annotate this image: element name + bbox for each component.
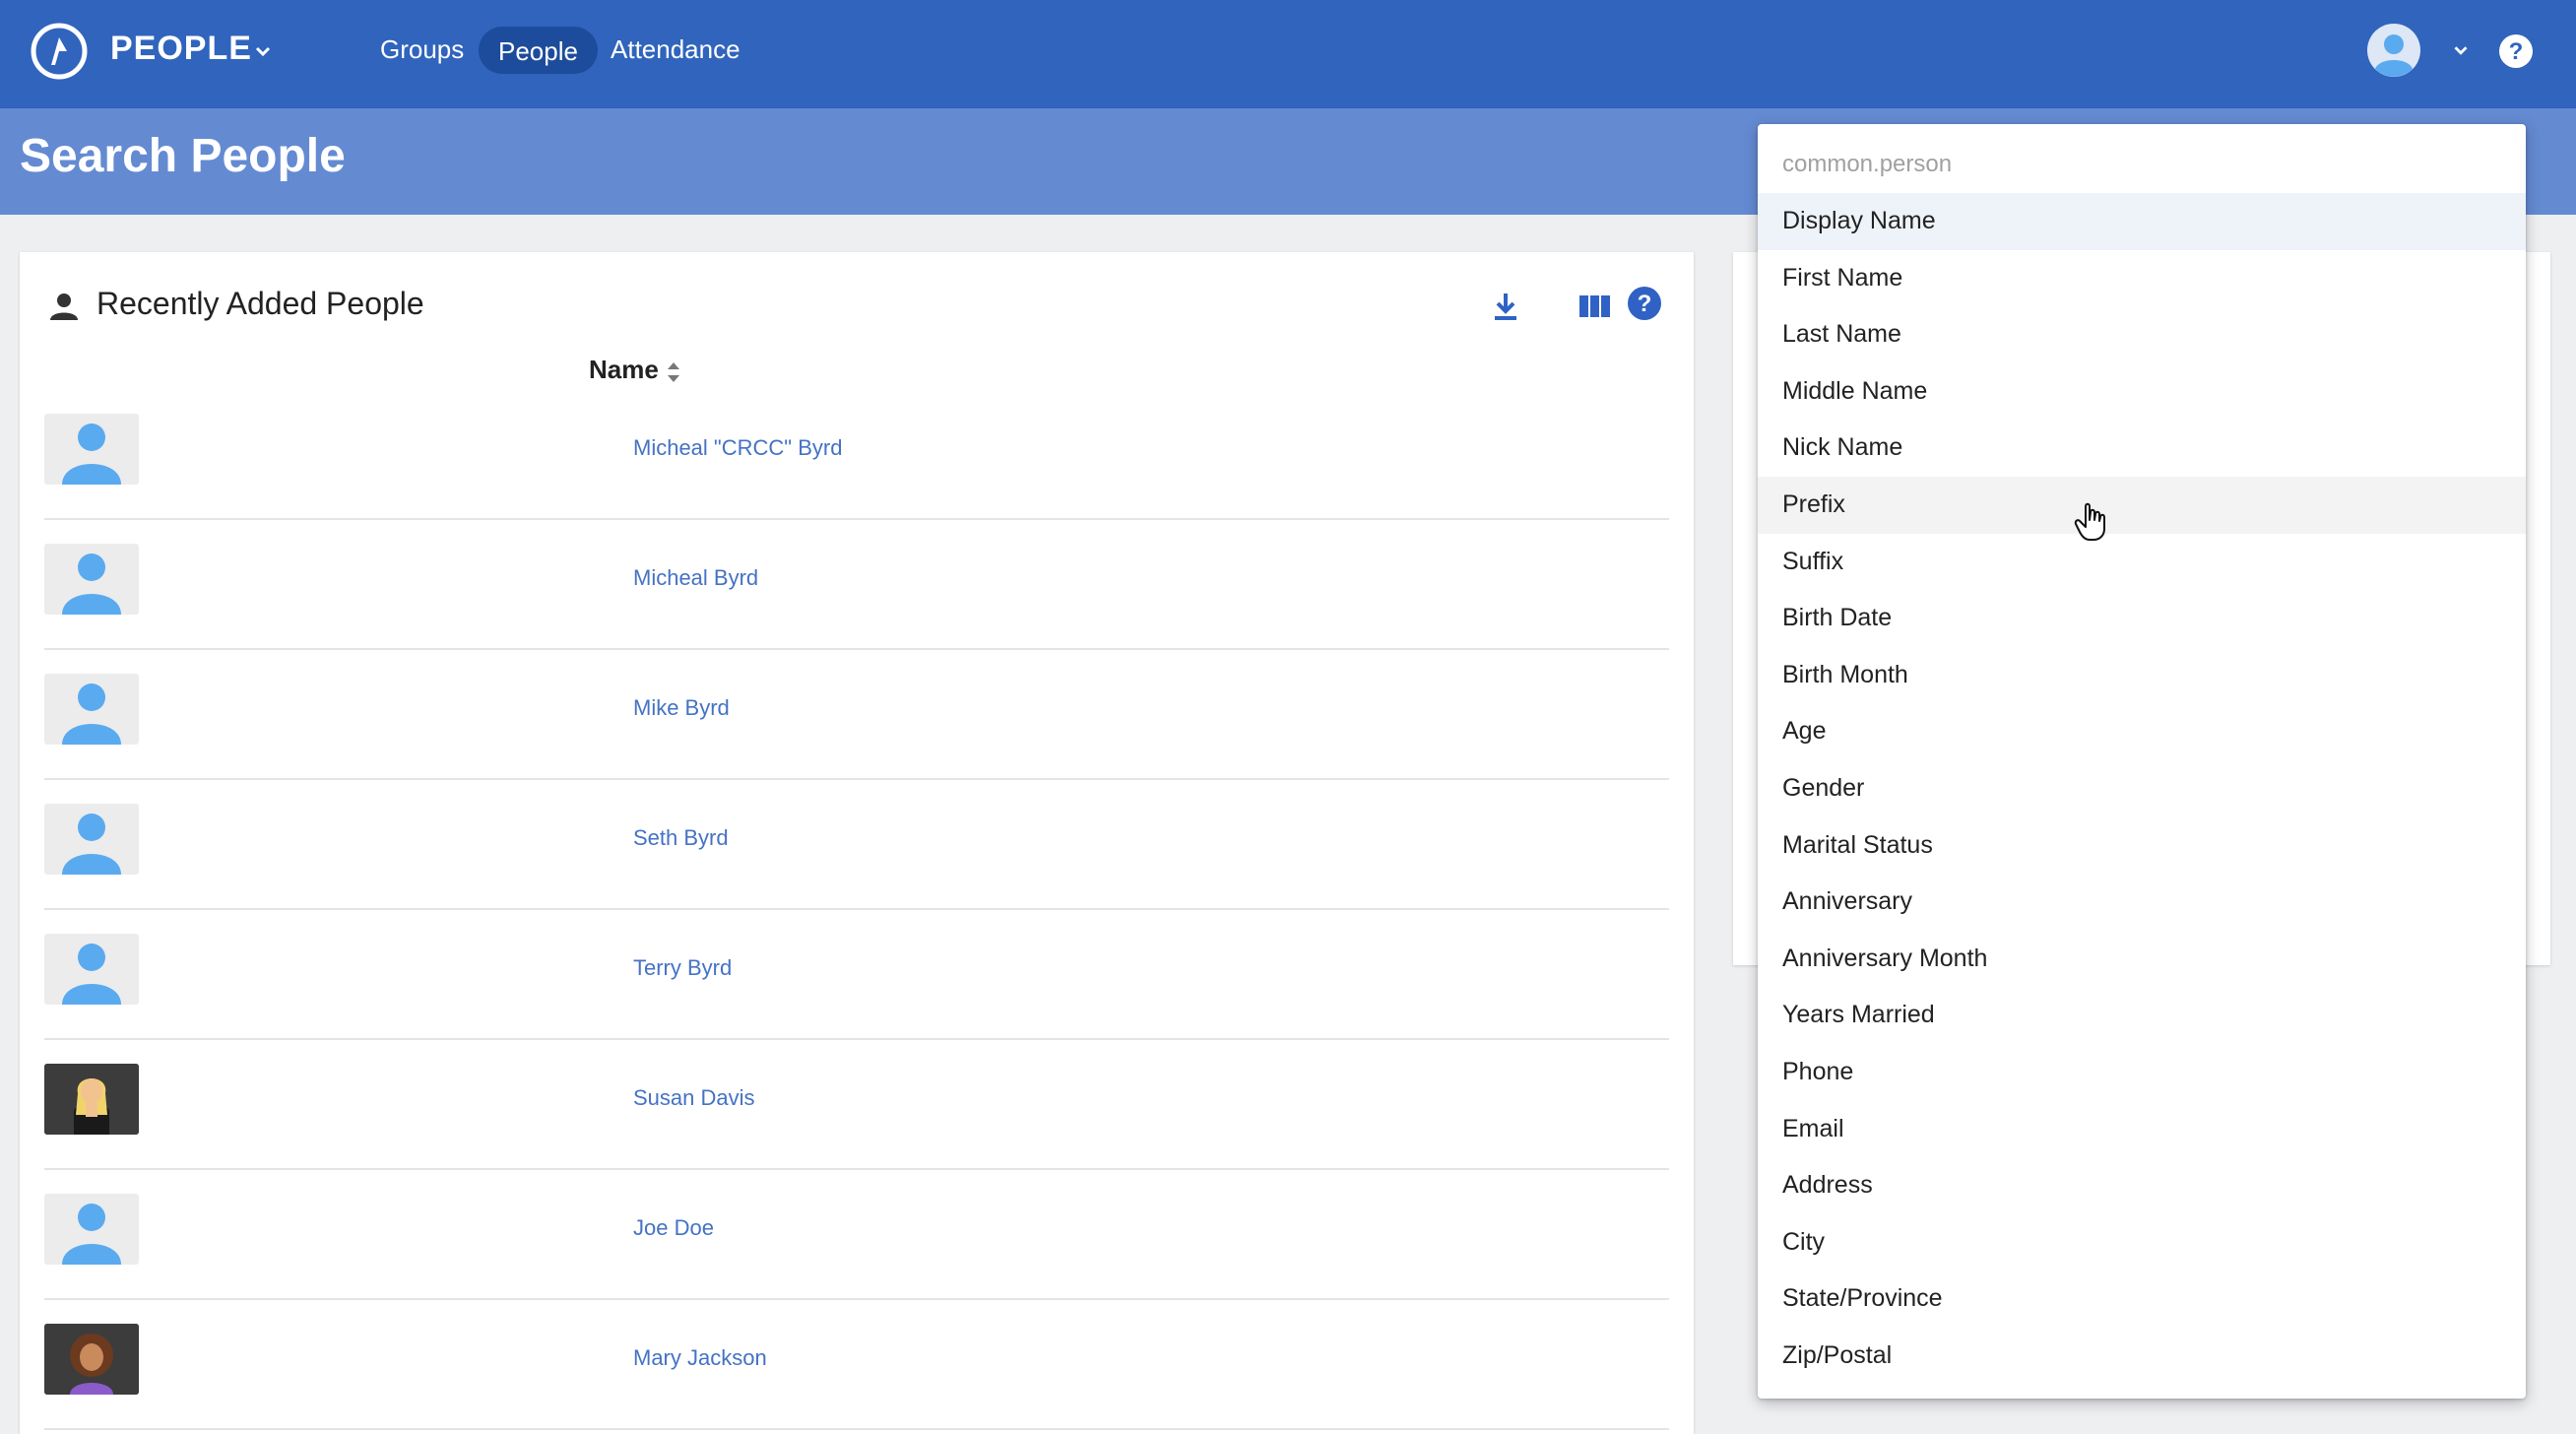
nav-attendance[interactable]: Attendance bbox=[591, 30, 760, 77]
table-row: Terry Byrd bbox=[44, 910, 1669, 1040]
option-birth-date[interactable]: Birth Date bbox=[1758, 590, 2526, 647]
people-list: Micheal "CRCC" Byrd Micheal Byrd Mike By… bbox=[44, 390, 1669, 1430]
field-select-dropdown: common.person Display Name First Name La… bbox=[1758, 124, 2526, 1399]
avatar[interactable] bbox=[44, 934, 139, 1005]
option-anniversary-month[interactable]: Anniversary Month bbox=[1758, 931, 2526, 988]
option-nick-name[interactable]: Nick Name bbox=[1758, 420, 2526, 477]
table-row: Mike Byrd bbox=[44, 650, 1669, 780]
option-marital-status[interactable]: Marital Status bbox=[1758, 817, 2526, 875]
option-prefix[interactable]: Prefix bbox=[1758, 476, 2526, 534]
option-address[interactable]: Address bbox=[1758, 1157, 2526, 1214]
option-age[interactable]: Age bbox=[1758, 703, 2526, 760]
avatar[interactable] bbox=[44, 674, 139, 745]
avatar[interactable] bbox=[44, 1324, 139, 1395]
table-row: Joe Doe bbox=[44, 1170, 1669, 1300]
column-header-name[interactable]: Name bbox=[589, 355, 659, 385]
help-icon[interactable]: ? bbox=[2498, 33, 2534, 69]
option-state-province[interactable]: State/Province bbox=[1758, 1271, 2526, 1328]
option-zip-postal[interactable]: Zip/Postal bbox=[1758, 1328, 2526, 1385]
avatar[interactable] bbox=[44, 1194, 139, 1265]
app-name[interactable]: PEOPLE bbox=[110, 30, 252, 68]
table-row: Micheal Byrd bbox=[44, 520, 1669, 650]
option-phone[interactable]: Phone bbox=[1758, 1044, 2526, 1101]
avatar[interactable] bbox=[44, 1064, 139, 1135]
chevron-down-icon[interactable] bbox=[251, 39, 275, 63]
avatar[interactable] bbox=[44, 544, 139, 615]
svg-text:?: ? bbox=[1638, 291, 1652, 317]
option-years-married[interactable]: Years Married bbox=[1758, 987, 2526, 1044]
card-title: Recently Added People bbox=[97, 286, 424, 321]
svg-text:?: ? bbox=[2509, 38, 2524, 65]
sort-icon[interactable] bbox=[664, 358, 683, 386]
nav-groups[interactable]: Groups bbox=[360, 30, 483, 77]
table-row: Mary Jackson bbox=[44, 1300, 1669, 1430]
app-logo-icon[interactable] bbox=[30, 22, 89, 81]
person-link[interactable]: Susan Davis bbox=[633, 1085, 755, 1111]
option-last-name[interactable]: Last Name bbox=[1758, 306, 2526, 363]
nav-people[interactable]: People bbox=[479, 27, 598, 74]
avatar[interactable] bbox=[44, 414, 139, 485]
dropdown-group-label: common.person bbox=[1782, 151, 1953, 177]
option-suffix[interactable]: Suffix bbox=[1758, 534, 2526, 591]
person-link[interactable]: Mike Byrd bbox=[633, 695, 730, 721]
option-email[interactable]: Email bbox=[1758, 1101, 2526, 1158]
option-anniversary[interactable]: Anniversary bbox=[1758, 874, 2526, 931]
option-middle-name[interactable]: Middle Name bbox=[1758, 363, 2526, 421]
person-icon bbox=[50, 293, 78, 320]
page-title: Search People bbox=[20, 130, 346, 182]
user-menu-chevron-icon[interactable] bbox=[2450, 39, 2472, 61]
hand-cursor-icon bbox=[2074, 502, 2105, 541]
person-link[interactable]: Seth Byrd bbox=[633, 825, 729, 851]
option-birth-month[interactable]: Birth Month bbox=[1758, 647, 2526, 704]
top-app-bar: PEOPLE Groups People Attendance ? bbox=[0, 0, 2576, 108]
person-link[interactable]: Micheal Byrd bbox=[633, 565, 758, 591]
recently-added-card: Recently Added People ? Name Micheal "CR… bbox=[20, 252, 1694, 1434]
option-city[interactable]: City bbox=[1758, 1214, 2526, 1271]
card-help-icon[interactable]: ? bbox=[1627, 286, 1662, 321]
table-row: Seth Byrd bbox=[44, 780, 1669, 910]
download-icon[interactable] bbox=[1489, 290, 1522, 323]
option-first-name[interactable]: First Name bbox=[1758, 250, 2526, 307]
person-link[interactable]: Mary Jackson bbox=[633, 1345, 767, 1371]
person-link[interactable]: Joe Doe bbox=[633, 1215, 714, 1241]
person-link[interactable]: Terry Byrd bbox=[633, 955, 732, 981]
option-gender[interactable]: Gender bbox=[1758, 760, 2526, 817]
user-avatar-icon[interactable] bbox=[2367, 24, 2420, 77]
columns-icon[interactable] bbox=[1578, 292, 1613, 321]
table-row: Micheal "CRCC" Byrd bbox=[44, 390, 1669, 520]
table-row: Susan Davis bbox=[44, 1040, 1669, 1170]
avatar[interactable] bbox=[44, 804, 139, 875]
option-display-name[interactable]: Display Name bbox=[1758, 193, 2526, 250]
person-link[interactable]: Micheal "CRCC" Byrd bbox=[633, 435, 842, 461]
card-header: Recently Added People ? bbox=[20, 252, 1694, 351]
